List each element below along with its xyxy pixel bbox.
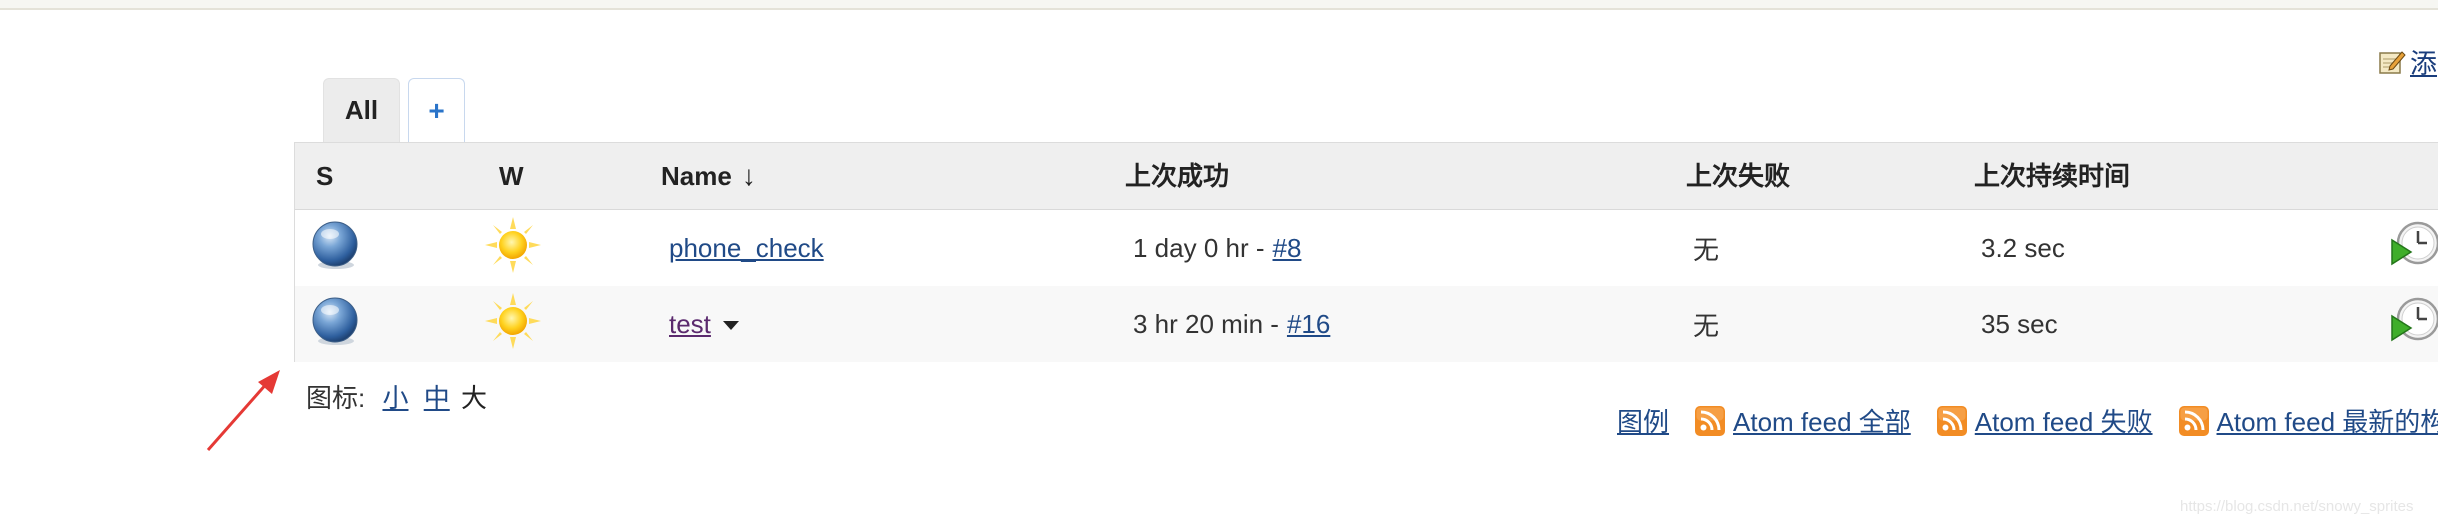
add-description-label[interactable]: 添 [2410, 42, 2437, 81]
last-success-cell: 1 day 0 hr - #8 [1133, 210, 1301, 286]
sort-arrow-icon: ↓ [741, 160, 756, 191]
schedule-build-button[interactable] [2389, 286, 2438, 362]
blue-ball-icon [309, 295, 361, 354]
schedule-build-icon [2389, 294, 2438, 355]
schedule-build-button[interactable] [2389, 210, 2438, 286]
column-header-name[interactable]: Name ↓ [661, 143, 756, 209]
sunny-icon [483, 215, 543, 282]
last-success-cell: 3 hr 20 min - #16 [1133, 286, 1330, 362]
rss-feed-icon [2178, 405, 2209, 436]
weather-cell [483, 286, 543, 362]
weather-cell [483, 210, 543, 286]
view-tabs: All + [323, 78, 465, 142]
last-success-time: 3 hr 20 min - [1133, 308, 1279, 339]
icon-size-label: 图标: [306, 383, 366, 413]
legend-link[interactable]: 图例 [1617, 402, 1669, 439]
build-number-link[interactable]: #16 [1287, 309, 1330, 340]
add-description-link[interactable]: 添 [2378, 42, 2437, 81]
job-name-link[interactable]: test [669, 309, 711, 340]
atom-feed-failed-link[interactable]: Atom feed 失败 [1936, 402, 2153, 439]
atom-feed-latest-label[interactable]: Atom feed 最新的构 [2217, 402, 2438, 439]
atom-feed-latest-link[interactable]: Atom feed 最新的构 [2178, 402, 2438, 439]
last-duration-cell: 35 sec [1981, 308, 2058, 339]
last-success-time: 1 day 0 hr - [1133, 232, 1265, 263]
edit-notepad-icon [2378, 48, 2406, 76]
job-name-link[interactable]: phone_check [669, 233, 824, 264]
table-row: test 3 hr 20 min - #16 无 35 sec [295, 286, 2438, 362]
schedule-build-icon [2389, 218, 2438, 279]
icon-size-small-link[interactable]: 小 [382, 383, 408, 413]
job-table: S W Name ↓ 上次成功 上次失败 上次持续时间 phone_check … [294, 142, 2438, 362]
last-duration-cell: 3.2 sec [1981, 232, 2065, 263]
tab-all[interactable]: All [323, 78, 400, 142]
job-menu-dropdown-icon[interactable] [722, 320, 739, 330]
name-cell: test [669, 286, 739, 362]
watermark: https://blog.csdn.net/snowy_sprites [2180, 498, 2414, 515]
icon-size-switcher: 图标: 小 中 大 [306, 378, 487, 415]
column-header-last-failure[interactable]: 上次失败 [1686, 143, 1790, 209]
table-row: phone_check 1 day 0 hr - #8 无 3.2 sec [295, 210, 2438, 286]
footer-links: 图例 Atom feed 全部 Atom feed 失败 Atom feed 最… [1617, 402, 2438, 439]
rss-feed-icon [1695, 405, 1726, 436]
add-view-tab[interactable]: + [408, 78, 465, 142]
atom-feed-all-label[interactable]: Atom feed 全部 [1733, 402, 1911, 439]
atom-feed-all-link[interactable]: Atom feed 全部 [1695, 402, 1911, 439]
last-failure-cell: 无 [1693, 310, 1720, 341]
annotation-arrow-icon [200, 368, 290, 463]
column-header-last-duration[interactable]: 上次持续时间 [1974, 143, 2130, 209]
column-header-status[interactable]: S [316, 143, 333, 209]
rss-feed-icon [1936, 405, 1967, 436]
column-header-name-label: Name [661, 161, 732, 191]
column-header-last-success[interactable]: 上次成功 [1125, 143, 1229, 209]
build-number-link[interactable]: #8 [1273, 233, 1302, 264]
last-failure-cell: 无 [1693, 234, 1720, 265]
atom-feed-failed-label[interactable]: Atom feed 失败 [1975, 402, 2153, 439]
sunny-icon [483, 291, 543, 358]
icon-size-medium-link[interactable]: 中 [424, 383, 450, 413]
icon-size-large-current: 大 [460, 383, 487, 413]
name-cell: phone_check [669, 210, 824, 286]
blue-ball-icon [309, 219, 361, 278]
top-border [0, 0, 2438, 10]
status-cell [309, 286, 361, 362]
table-header: S W Name ↓ 上次成功 上次失败 上次持续时间 [295, 143, 2438, 210]
column-header-weather[interactable]: W [499, 143, 524, 209]
status-cell [309, 210, 361, 286]
